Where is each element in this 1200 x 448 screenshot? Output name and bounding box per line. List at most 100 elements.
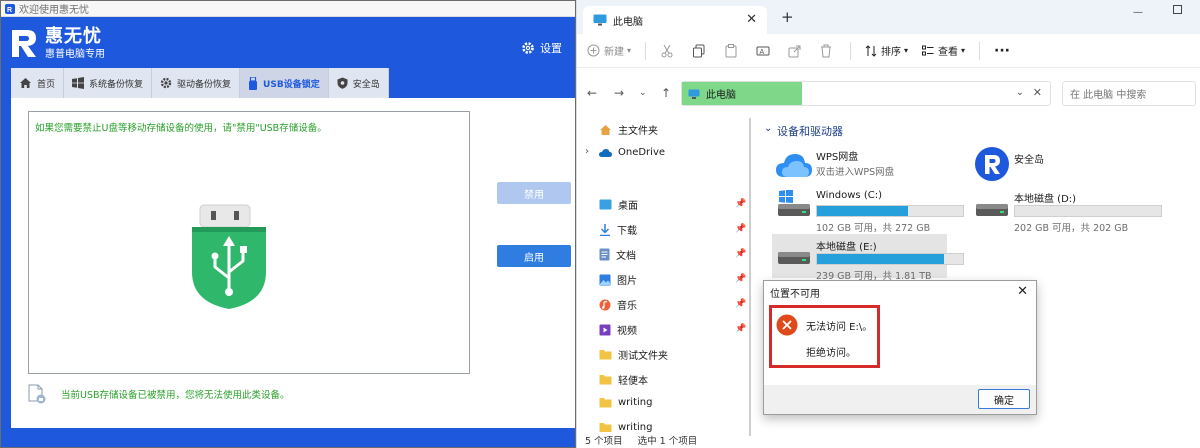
collapse-chevron-icon[interactable]: ⌄ [764,123,772,134]
sort-button[interactable]: 排序 ▾ [865,43,908,58]
nav-item-documents[interactable]: 文档 [599,247,636,262]
nav-item-videos[interactable]: 视频 [599,322,637,337]
nav-item-light-notebook[interactable]: 轻便本 [599,372,648,387]
tab-system-backup[interactable]: 系统备份恢复 [64,68,153,98]
tab-usb-lock[interactable]: USB设备锁定 [240,68,329,98]
brand-name: 惠无忧 [45,26,102,47]
gear-icon [160,77,172,89]
gear-icon [522,42,534,54]
address-bar[interactable]: 此电脑 ⌄ ✕ [681,81,1051,106]
maximize-button[interactable] [1173,5,1182,14]
enable-usb-button[interactable]: 启用 [497,245,571,267]
drive-c[interactable]: Windows (C:) 102 GB 可用，共 272 GB [772,188,964,234]
drive-wps-cloud[interactable]: WPS网盘 双击进入WPS网盘 [772,146,962,186]
usb-warning-text: 如果您需要禁止U盘等移动存储设备的使用，请"禁用"USB存储设备。 [35,123,327,134]
nav-label: 主文件夹 [618,126,658,137]
cut-button[interactable] [660,44,678,58]
navigation-pane: 主文件夹 › OneDrive 桌面 📌 下载 📌 文档 📌 图片 📌 音乐 📌… [577,114,747,448]
view-button[interactable]: 查看 ▾ [922,43,965,58]
nav-item-home[interactable]: 主文件夹 [599,122,658,137]
tab-label: 系统备份恢复 [89,79,144,90]
new-button[interactable]: 新建 ▾ [587,43,631,58]
drive-usage-bar [816,253,964,265]
folder-icon [599,350,612,360]
plus-circle-icon [587,44,600,57]
minimize-button[interactable]: — [1133,7,1143,18]
nav-item-pictures[interactable]: 图片 [599,272,637,287]
recent-dropdown-button[interactable]: ⌄ [639,88,647,98]
drive-d[interactable]: 本地磁盘 (D:) 202 GB 可用，共 202 GB [970,188,1162,234]
drive-security-island[interactable]: 安全岛 [970,146,1160,186]
drive-size: 202 GB 可用，共 202 GB [1014,223,1129,234]
close-tab-icon[interactable]: ✕ [746,12,757,27]
ok-button[interactable]: 确定 [978,389,1030,409]
close-dialog-button[interactable]: ✕ [1017,284,1028,299]
drive-name: 本地磁盘 (D:) [1014,194,1077,205]
pin-icon: 📌 [735,299,747,309]
view-icon [922,45,934,55]
nav-label: writing [618,397,653,408]
share-icon [788,45,801,57]
rename-button[interactable]: A [756,44,774,58]
section-title: 设备和驱动器 [777,125,843,138]
cloud-drive-icon [776,154,812,177]
sort-icon [865,44,877,57]
nav-item-downloads[interactable]: 下载 [599,222,637,237]
address-history-icon[interactable]: ⌄ [1016,87,1024,98]
nav-label: 测试文件夹 [618,351,668,362]
drive-name: WPS网盘 [816,152,859,163]
explorer-tab-bar: 此电脑 ✕ + — [577,0,1200,34]
share-button[interactable] [788,44,806,58]
tab-driver-backup[interactable]: 驱动备份恢复 [152,68,241,98]
drive-name: 本地磁盘 (E:) [816,242,877,253]
nav-item-writing[interactable]: writing [599,397,652,408]
left-header: 惠无忧 惠普电脑专用 设置 [1,17,575,69]
copy-icon [693,44,705,57]
navigation-scrollbar[interactable] [749,118,751,436]
brand-subtitle: 惠普电脑专用 [45,49,105,60]
drive-name: Windows (C:) [816,190,882,201]
document-lock-icon [28,384,46,404]
usb-info-panel: 如果您需要禁止U盘等移动存储设备的使用，请"禁用"USB存储设备。 [28,111,470,374]
close-address-icon[interactable]: ✕ [1033,86,1042,99]
search-input[interactable]: 在 此电脑 中搜索 [1062,81,1196,106]
tab-security-island[interactable]: 安全岛 [328,68,389,98]
home-icon [20,78,31,88]
explorer-toolbar: 新建 ▾ A 排序 ▾ 查看 ▾ ··· [577,34,1200,68]
selected-count: 选中 1 个项目 [637,436,698,447]
nav-item-writing-2[interactable]: writing [599,422,652,432]
nav-item-music[interactable]: 音乐 [599,297,637,312]
back-button[interactable]: ← [587,86,597,100]
shield-icon [337,77,348,89]
drive-usage-bar [1014,205,1162,217]
tab-label: 首页 [37,79,56,90]
usb-icon [249,76,258,90]
drive-e[interactable]: 本地磁盘 (E:) 239 GB 可用，共 1.81 TB [772,236,964,282]
delete-button[interactable] [820,44,836,58]
forward-button[interactable]: → [614,86,624,100]
disable-usb-button[interactable]: 禁用 [497,182,571,204]
more-options-button[interactable]: ··· [994,43,1010,59]
video-icon [599,324,611,335]
new-tab-button[interactable]: + [781,8,794,26]
pin-icon: 📌 [735,199,747,209]
usb-drive-icon [192,204,266,309]
monitor-icon [593,14,607,26]
tab-this-pc[interactable]: 此电脑 ✕ [583,6,767,34]
drive-usage-fill [817,254,945,264]
settings-button[interactable]: 设置 [521,40,562,56]
drive-size: 102 GB 可用，共 272 GB [816,223,931,234]
nav-item-desktop[interactable]: 桌面 [599,197,638,212]
expand-chevron-icon[interactable]: › [585,146,589,157]
error-detail: 拒绝访问。 [806,348,856,359]
address-breadcrumb[interactable]: 此电脑 [682,82,802,105]
nav-item-onedrive[interactable]: OneDrive [599,147,665,158]
left-window-title: 欢迎使用惠无忧 [19,5,89,16]
tab-home[interactable]: 首页 [11,68,65,98]
left-tab-bar: 首页 系统备份恢复 驱动备份恢复 USB设备锁定 安全岛 [11,68,389,98]
scissors-icon [661,44,673,57]
paste-button[interactable] [724,43,742,58]
nav-item-test-folder[interactable]: 测试文件夹 [599,347,668,362]
up-button[interactable]: ↑ [661,86,671,100]
copy-button[interactable] [692,44,710,58]
